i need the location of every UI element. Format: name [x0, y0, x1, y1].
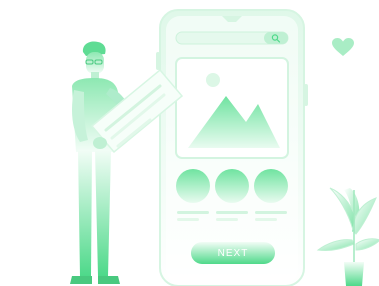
phone-side-button: [304, 84, 308, 106]
next-button-bg[interactable]: [191, 242, 275, 264]
search-bar[interactable]: [175, 31, 289, 45]
thumbnail-circle[interactable]: [176, 169, 210, 203]
phone-side-button: [156, 52, 160, 70]
image-card: [175, 57, 289, 159]
heart-icon: [332, 38, 354, 56]
person-figure: [70, 41, 128, 284]
plant-decoration: [316, 187, 379, 286]
illustration-scene: NEXT: [0, 0, 379, 286]
thumbnail-circle[interactable]: [215, 169, 249, 203]
hand: [93, 137, 107, 149]
thumbnail-row: [176, 169, 288, 203]
thumbnail-circle[interactable]: [254, 169, 288, 203]
plant-pot: [344, 262, 364, 286]
illustration-canvas: [70, 9, 379, 286]
